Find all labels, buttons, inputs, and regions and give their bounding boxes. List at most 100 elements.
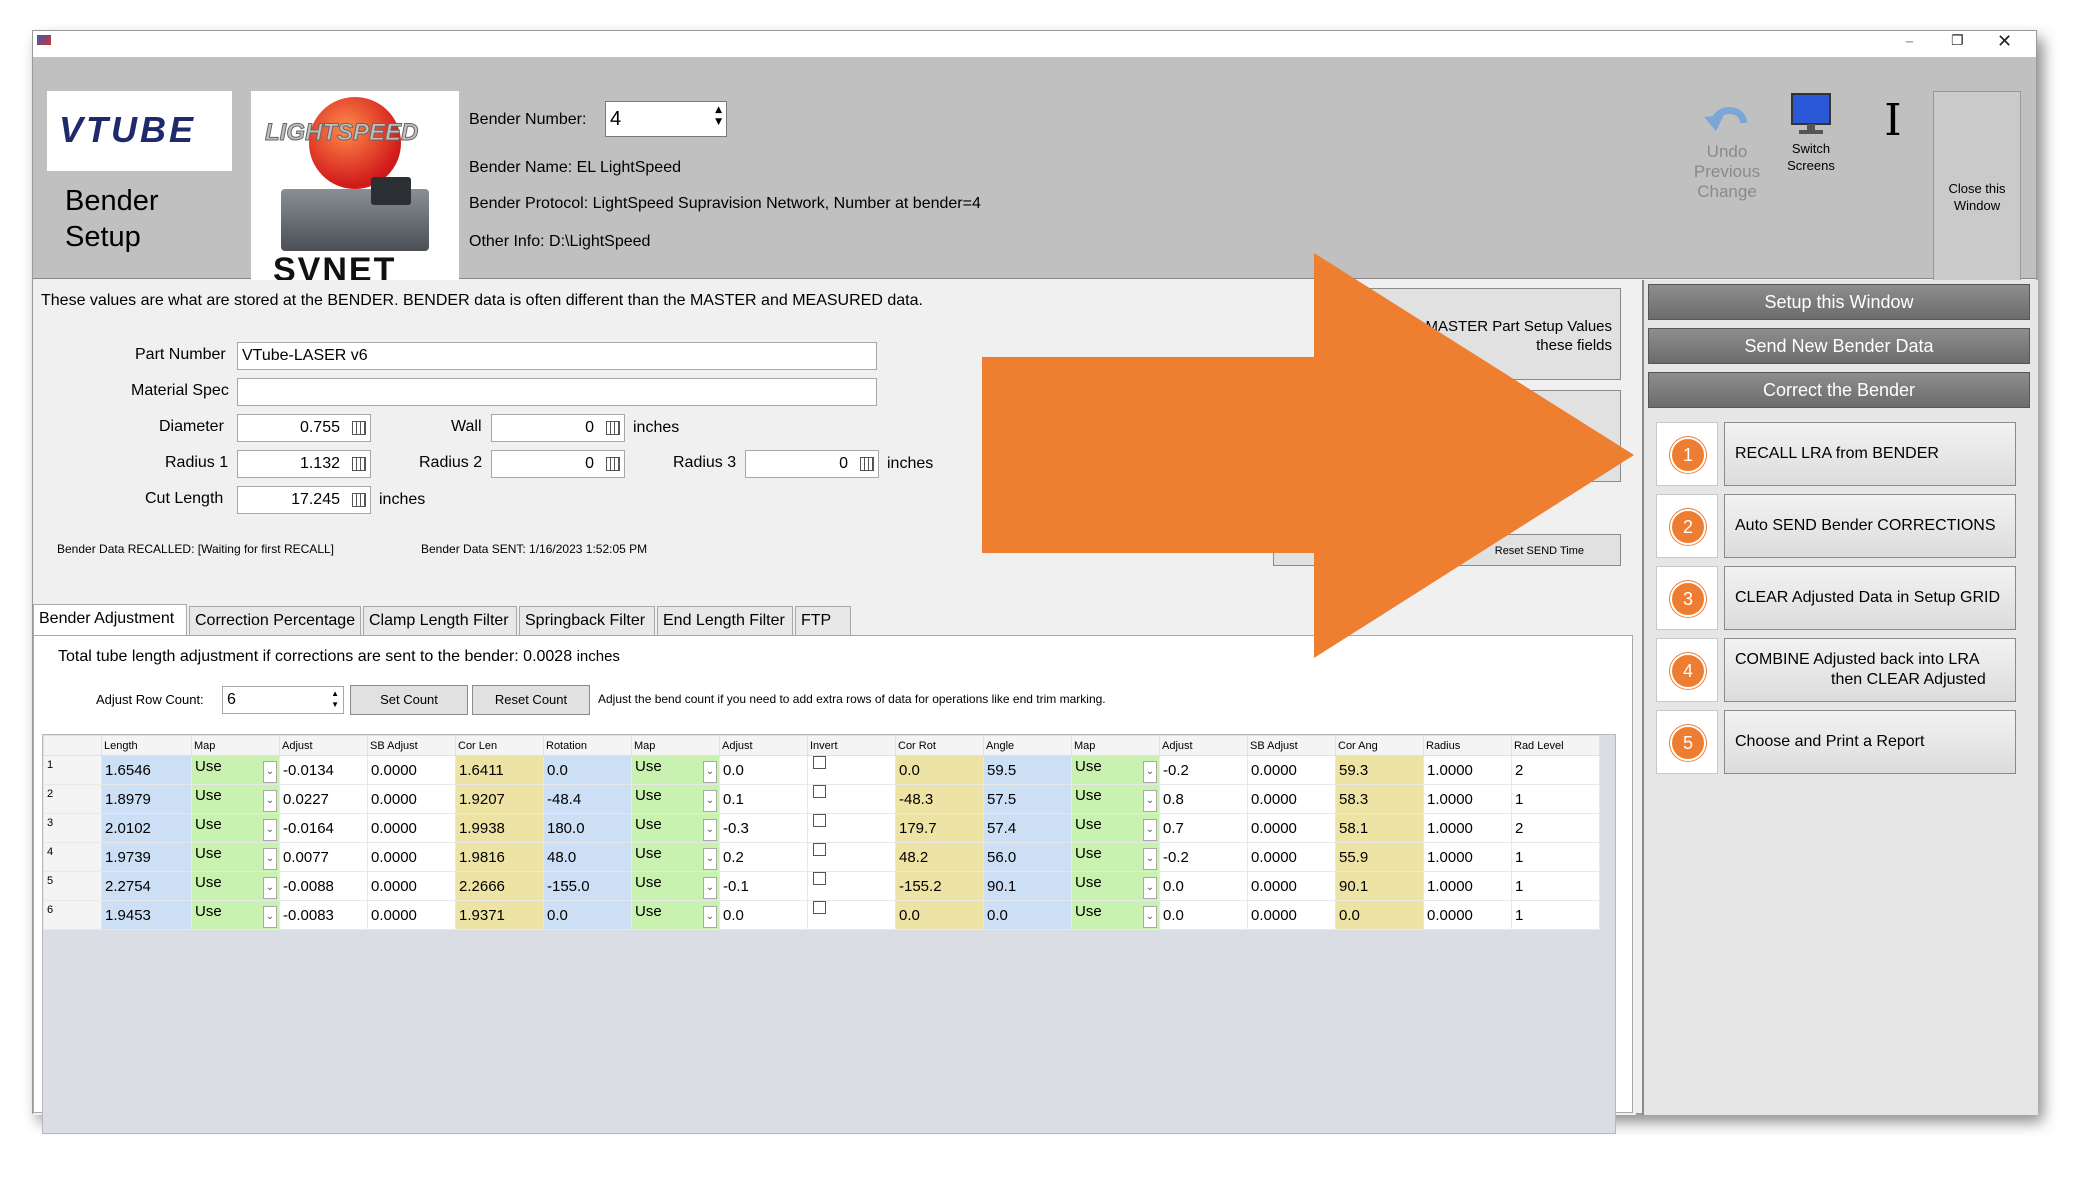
grid-cell[interactable]: -0.2 xyxy=(1159,755,1248,785)
calculator-icon[interactable] xyxy=(352,493,366,507)
calculator-icon[interactable] xyxy=(860,457,874,471)
grid-cell[interactable]: 1.9207 xyxy=(455,784,544,814)
grid-cell[interactable]: 58.3 xyxy=(1335,784,1424,814)
grid-cell[interactable]: -48.4 xyxy=(543,784,632,814)
grid-cell[interactable]: 57.5 xyxy=(983,784,1072,814)
invert-checkbox-cell[interactable] xyxy=(807,813,896,843)
invert-checkbox-cell[interactable] xyxy=(807,755,896,785)
map-select-cell[interactable]: Use ⌄ xyxy=(1071,784,1160,814)
map-select-cell[interactable]: Use ⌄ xyxy=(1071,813,1160,843)
grid-cell[interactable]: -155.2 xyxy=(895,871,984,901)
part-number-input[interactable]: VTube-LASER v6 xyxy=(237,342,877,370)
map-select-cell[interactable]: Use ⌄ xyxy=(191,784,280,814)
chevron-down-icon[interactable]: ⌄ xyxy=(1143,789,1157,812)
grid-cell[interactable]: 56.0 xyxy=(983,842,1072,872)
grid-cell[interactable]: 2 xyxy=(1511,755,1600,785)
chevron-down-icon[interactable]: ⌄ xyxy=(1143,905,1157,928)
grid-cell[interactable]: 2.0102 xyxy=(101,813,192,843)
grid-cell[interactable]: 0.0000 xyxy=(1247,871,1336,901)
bender-number-spinner[interactable]: 4 ▲ ▼ xyxy=(605,101,727,137)
grid-cell[interactable]: 0.0000 xyxy=(1247,813,1336,843)
grid-cell[interactable]: 0.0 xyxy=(1159,871,1248,901)
chevron-down-icon[interactable]: ⌄ xyxy=(263,876,277,899)
map-select-cell[interactable]: Use ⌄ xyxy=(631,871,720,901)
map-select-cell[interactable]: Use ⌄ xyxy=(191,871,280,901)
print-report-button[interactable]: Choose and Print a Report xyxy=(1724,710,2016,774)
grid-header[interactable]: Angle xyxy=(983,735,1072,756)
reset-count-button[interactable]: Reset Count xyxy=(472,685,590,715)
grid-header[interactable]: Rad Level xyxy=(1511,735,1600,756)
grid-header[interactable]: Rotation xyxy=(543,735,632,756)
chevron-down-icon[interactable]: ⌄ xyxy=(1143,760,1157,783)
invert-checkbox-cell[interactable] xyxy=(807,871,896,901)
clear-adjusted-button[interactable]: CLEAR Adjusted Data in Setup GRID xyxy=(1724,566,2016,630)
grid-cell[interactable]: 0.0000 xyxy=(367,871,456,901)
auto-send-corrections-button[interactable]: Auto SEND Bender CORRECTIONS xyxy=(1724,494,2016,558)
grid-cell[interactable]: 179.7 xyxy=(895,813,984,843)
grid-cell[interactable]: 0.0000 xyxy=(367,755,456,785)
grid-cell[interactable]: -0.1 xyxy=(719,871,808,901)
map-select-cell[interactable]: Use ⌄ xyxy=(631,813,720,843)
spinner-arrows[interactable]: ▲ ▼ xyxy=(331,688,339,710)
grid-header[interactable] xyxy=(43,735,102,756)
calculator-icon[interactable] xyxy=(352,457,366,471)
map-select-cell[interactable]: Use ⌄ xyxy=(1071,900,1160,930)
grid-cell[interactable]: 2.2754 xyxy=(101,871,192,901)
grid-cell[interactable]: -155.0 xyxy=(543,871,632,901)
map-select-cell[interactable]: Use ⌄ xyxy=(631,784,720,814)
grid-cell[interactable]: 0.0000 xyxy=(367,842,456,872)
grid-cell[interactable]: 0.0 xyxy=(1159,900,1248,930)
map-select-cell[interactable]: Use ⌄ xyxy=(1071,842,1160,872)
grid-cell[interactable]: 1.0000 xyxy=(1423,784,1512,814)
grid-cell[interactable]: 0.0 xyxy=(719,755,808,785)
chevron-down-icon[interactable]: ⌄ xyxy=(263,818,277,841)
grid-header[interactable]: Adjust xyxy=(719,735,808,756)
grid-cell[interactable]: 48.2 xyxy=(895,842,984,872)
cut-length-input[interactable]: 17.245 xyxy=(237,486,371,514)
grid-header[interactable]: SB Adjust xyxy=(367,735,456,756)
grid-cell[interactable]: 0.0077 xyxy=(279,842,368,872)
chevron-down-icon[interactable]: ⌄ xyxy=(1143,818,1157,841)
grid-cell[interactable]: 0.0000 xyxy=(1247,900,1336,930)
grid-cell[interactable]: 1.0000 xyxy=(1423,842,1512,872)
calculator-icon[interactable] xyxy=(352,421,366,435)
close-window-x[interactable]: ✕ xyxy=(1997,31,2012,52)
grid-cell[interactable]: 1.9371 xyxy=(455,900,544,930)
grid-cell[interactable]: 1.9453 xyxy=(101,900,192,930)
tab-springback-filter[interactable]: Springback Filter xyxy=(519,606,655,636)
chevron-down-icon[interactable]: ⌄ xyxy=(1143,847,1157,870)
grid-header[interactable]: Invert xyxy=(807,735,896,756)
recall-lra-button[interactable]: RECALL LRA from BENDER xyxy=(1724,422,2016,486)
grid-cell[interactable]: 58.1 xyxy=(1335,813,1424,843)
invert-checkbox[interactable] xyxy=(813,755,826,769)
grid-cell[interactable]: 1.6411 xyxy=(455,755,544,785)
grid-header[interactable]: Map xyxy=(1071,735,1160,756)
grid-header[interactable]: Length xyxy=(101,735,192,756)
invert-checkbox-cell[interactable] xyxy=(807,784,896,814)
map-select-cell[interactable]: Use ⌄ xyxy=(191,900,280,930)
grid-cell[interactable]: -48.3 xyxy=(895,784,984,814)
send-new-bender-data-button[interactable]: Send New Bender Data xyxy=(1648,328,2030,364)
chevron-down-icon[interactable]: ⌄ xyxy=(1143,876,1157,899)
map-select-cell[interactable]: Use ⌄ xyxy=(631,842,720,872)
grid-cell[interactable]: 2.2666 xyxy=(455,871,544,901)
grid-cell[interactable]: 0.8 xyxy=(1159,784,1248,814)
grid-cell[interactable]: 0.0 xyxy=(983,900,1072,930)
wall-input[interactable]: 0 xyxy=(491,414,625,442)
invert-checkbox[interactable] xyxy=(813,871,826,885)
grid-header[interactable]: Adjust xyxy=(279,735,368,756)
grid-cell[interactable]: -0.3 xyxy=(719,813,808,843)
grid-cell[interactable]: 0.7 xyxy=(1159,813,1248,843)
map-select-cell[interactable]: Use ⌄ xyxy=(1071,755,1160,785)
map-select-cell[interactable]: Use ⌄ xyxy=(631,900,720,930)
grid-cell[interactable]: 0.0 xyxy=(719,900,808,930)
spinner-arrows[interactable]: ▲ ▼ xyxy=(715,104,722,128)
diameter-input[interactable]: 0.755 xyxy=(237,414,371,442)
chevron-down-icon[interactable]: ⌄ xyxy=(703,760,717,783)
grid-cell[interactable]: 1.0000 xyxy=(1423,813,1512,843)
chevron-down-icon[interactable]: ⌄ xyxy=(263,905,277,928)
chevron-down-icon[interactable]: ⌄ xyxy=(703,905,717,928)
grid-header[interactable]: Cor Len xyxy=(455,735,544,756)
grid-cell[interactable]: 0.0000 xyxy=(367,784,456,814)
chevron-down-icon[interactable]: ⌄ xyxy=(263,760,277,783)
